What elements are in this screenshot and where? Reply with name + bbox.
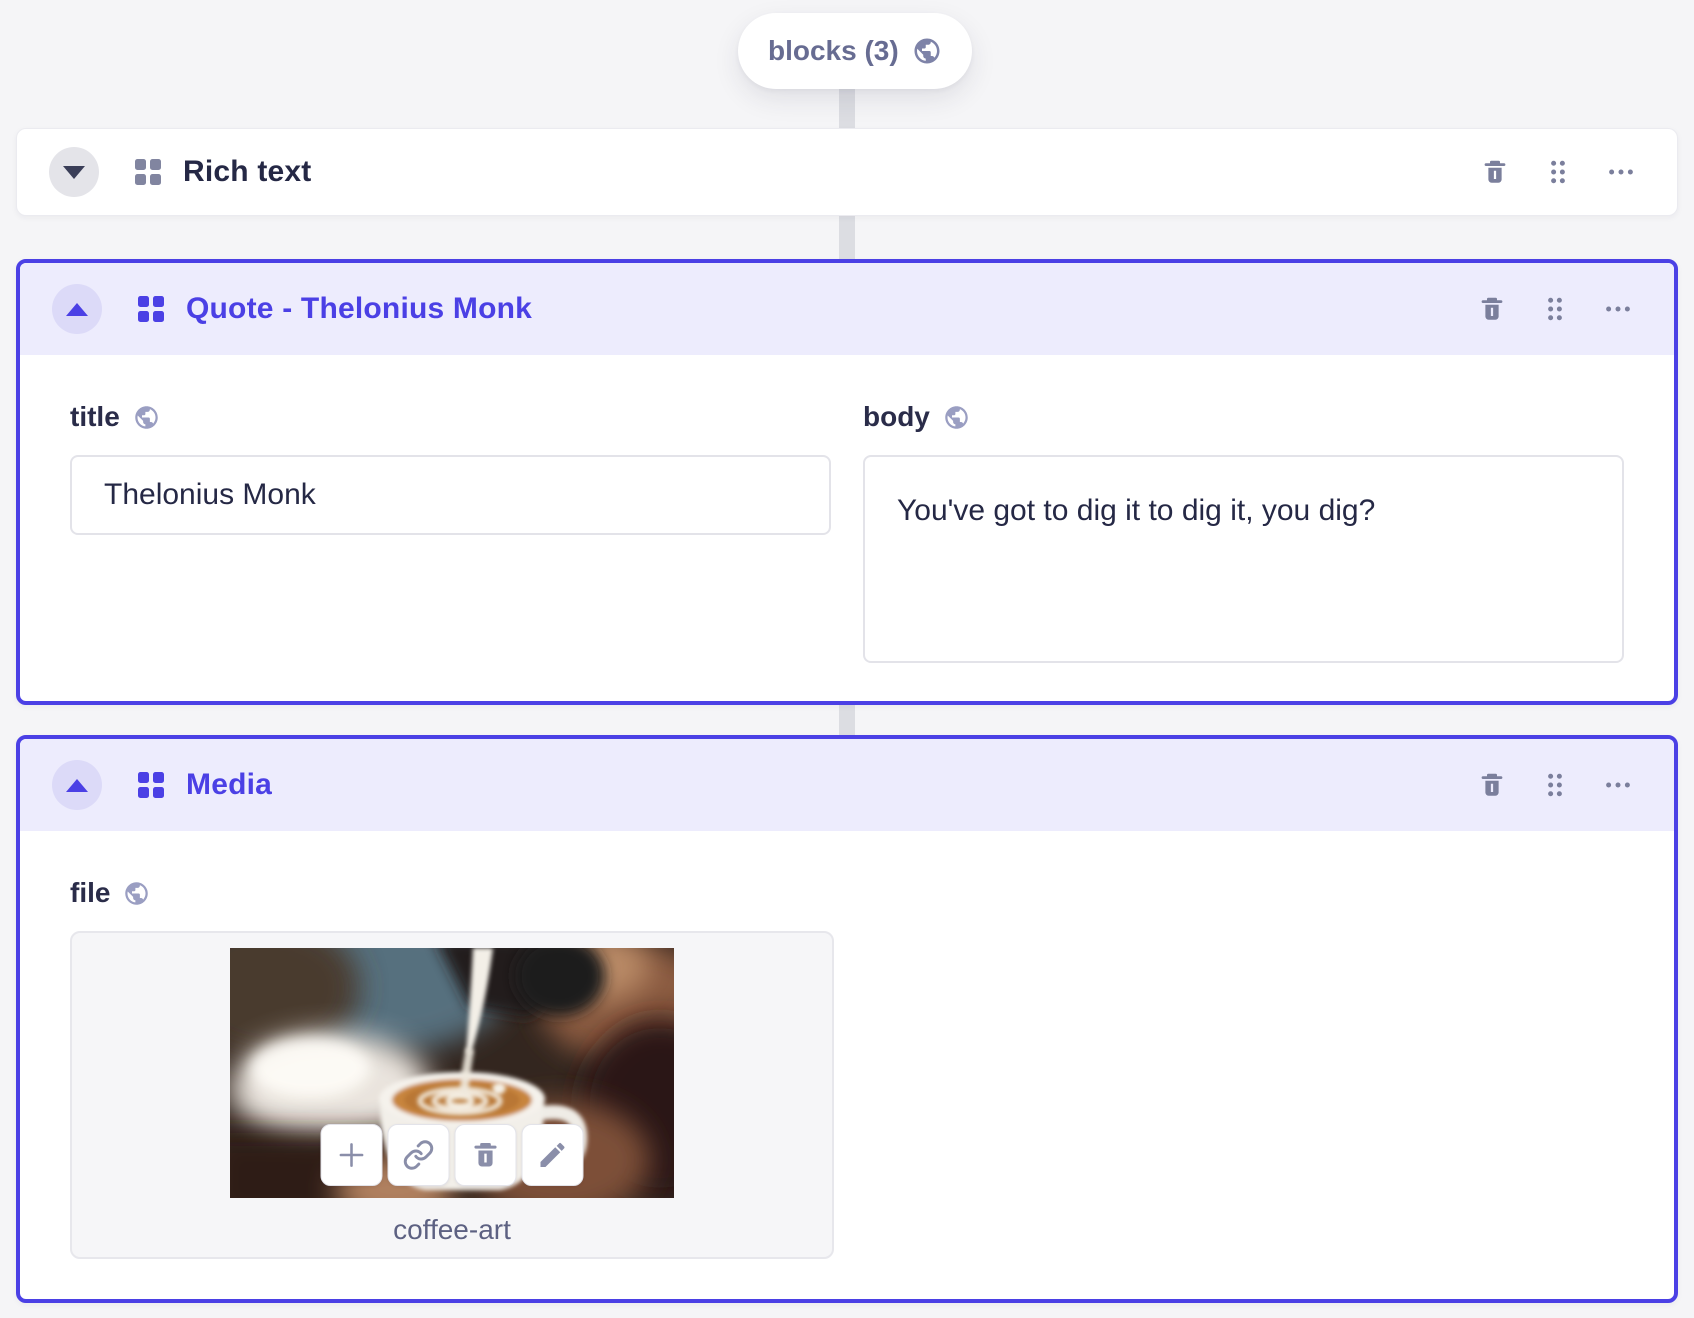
drag-handle-icon (1551, 160, 1565, 184)
collapse-toggle-button[interactable] (52, 760, 102, 810)
title-input[interactable] (70, 455, 831, 535)
block-type-grid-icon (138, 296, 164, 322)
drag-handle-icon (1548, 773, 1562, 797)
more-options-button[interactable] (1603, 154, 1639, 190)
field-label-file: file (70, 877, 1624, 909)
block-actions (1477, 154, 1639, 190)
field-label-text: file (70, 877, 111, 908)
field-label-body: body (863, 401, 1624, 433)
body-textarea[interactable]: You've got to dig it to dig it, you dig? (863, 455, 1624, 663)
ellipsis-icon (1609, 169, 1633, 175)
block-fields: file coffee-art (20, 831, 1674, 1259)
chevron-down-icon (63, 165, 85, 179)
trash-icon (1481, 297, 1503, 320)
media-filename: coffee-art (393, 1214, 511, 1245)
globe-icon (945, 405, 968, 429)
blocks-count-pill[interactable]: blocks (3) (738, 13, 972, 89)
file-upload-box: coffee-art (70, 931, 834, 1259)
field-label-text: body (863, 401, 930, 432)
block-title: Quote - Thelonius Monk (186, 292, 533, 325)
block-title: Media (186, 768, 273, 801)
field-file: file coffee-art (70, 877, 1624, 1259)
edit-icon (540, 1142, 565, 1167)
field-label-text: title (70, 401, 120, 432)
trash-icon (1481, 773, 1503, 796)
block-card-rich-text[interactable]: Rich text (16, 128, 1678, 216)
add-media-button[interactable] (320, 1124, 383, 1186)
field-title: title (70, 401, 831, 668)
trash-icon (474, 1143, 497, 1167)
link-media-button[interactable] (387, 1124, 450, 1186)
field-body: body You've got to dig it to dig it, you… (863, 401, 1624, 668)
ellipsis-icon (1606, 782, 1630, 788)
add-icon (339, 1143, 364, 1167)
block-actions (1474, 291, 1636, 327)
block-card-media[interactable]: Media file coffee-art (16, 735, 1678, 1303)
field-label-title: title (70, 401, 831, 433)
delete-block-button[interactable] (1474, 767, 1510, 803)
block-title: Rich text (183, 155, 312, 188)
block-type-grid-icon (135, 159, 161, 185)
more-options-button[interactable] (1600, 767, 1636, 803)
globe-icon (914, 38, 940, 64)
chevron-up-icon (66, 778, 88, 792)
globe-icon (125, 881, 149, 905)
block-card-quote[interactable]: Quote - Thelonius Monk title Thelonius M… (16, 259, 1678, 705)
drag-handle-icon (1548, 297, 1562, 321)
drag-handle[interactable] (1540, 154, 1576, 190)
block-editor-page: blocks (3) Rich text Quote - Thelonius M… (0, 0, 1694, 1318)
delete-media-button[interactable] (454, 1124, 517, 1186)
block-type-grid-icon (138, 772, 164, 798)
blocks-count-label: blocks (3) (768, 35, 899, 66)
drag-handle[interactable] (1537, 767, 1573, 803)
drag-handle[interactable] (1537, 291, 1573, 327)
expand-toggle-button[interactable] (49, 147, 99, 197)
more-options-button[interactable] (1600, 291, 1636, 327)
globe-icon (135, 405, 158, 429)
delete-block-button[interactable] (1477, 154, 1513, 190)
block-fields: title body You've got to dig it to dig i… (20, 355, 1674, 668)
block-header: Media (20, 739, 1674, 831)
block-header: Quote - Thelonius Monk (20, 263, 1674, 355)
trash-icon (1484, 160, 1506, 183)
collapse-toggle-button[interactable] (52, 284, 102, 334)
chevron-up-icon (66, 302, 88, 316)
block-header: Rich text (17, 129, 1677, 215)
media-toolbar (320, 1124, 584, 1186)
delete-block-button[interactable] (1474, 291, 1510, 327)
ellipsis-icon (1606, 306, 1630, 312)
edit-media-button[interactable] (521, 1124, 584, 1186)
block-actions (1474, 767, 1636, 803)
link-icon (403, 1140, 434, 1170)
